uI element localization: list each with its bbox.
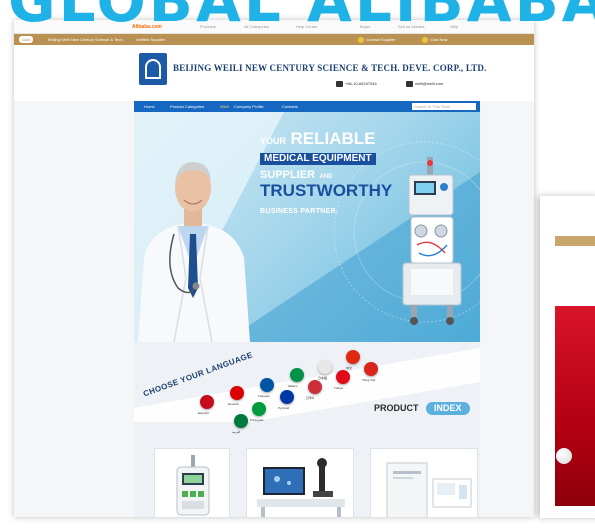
flag-chinese-icon[interactable] (346, 350, 360, 364)
lower-section: CHOOSE YOUR LANGUAGE Español Deutsch Fra… (134, 342, 480, 517)
chat-icon (422, 36, 428, 43)
product-card-3[interactable] (370, 448, 478, 517)
chat-now-label: Chat Now (430, 37, 448, 42)
contact-supplier-label: Contact Supplier (366, 37, 396, 42)
product-index-product: PRODUCT (374, 403, 419, 413)
overlapping-panel-badge (556, 448, 572, 464)
product-image-analyzer (386, 462, 472, 517)
overlay-title: GLOBAL ALIBABA (0, 0, 595, 26)
gold-supplier-badge: Gold (19, 36, 34, 43)
product-image-pump (176, 455, 210, 516)
mail-icon (358, 36, 364, 43)
flag-label-vietnamese: Tiếng Việt (362, 378, 376, 382)
company-email[interactable]: weili@weili.com (406, 81, 443, 87)
store-nav: Home Product Categories Weili Company Pr… (134, 101, 480, 112)
flag-label-french: Français (258, 394, 270, 398)
company-name: BEIJING WEILI NEW CENTURY SCIENCE & TECH… (173, 63, 487, 73)
hero-reliable: RELIABLE (290, 129, 376, 148)
store-page: Alibaba.com Products All Categories Help… (14, 20, 534, 517)
nav-company-profile[interactable]: Company Profile (234, 103, 264, 110)
flag-japanese-icon[interactable] (318, 360, 332, 374)
dialysis-machine-image (402, 157, 462, 325)
flag-german-icon[interactable] (230, 386, 244, 400)
flag-label-arabic: العربية (232, 430, 241, 434)
flag-arabic-icon[interactable] (234, 414, 248, 428)
flag-portuguese-icon[interactable] (252, 402, 266, 416)
product-card-1[interactable] (154, 448, 230, 517)
doctor-image (138, 162, 250, 342)
flag-spanish-icon[interactable] (200, 395, 214, 409)
verified-supplier-label: Verified Supplier (136, 37, 166, 42)
store-bar: Gold Beijing Weili New Century Science &… (14, 34, 534, 45)
flag-label-turkish: Türkçe (334, 386, 344, 390)
contact-supplier-button[interactable]: Contact Supplier (358, 36, 396, 43)
nav-home[interactable]: Home (144, 103, 155, 110)
email-icon (406, 81, 413, 87)
company-header: BEIJING WEILI NEW CENTURY SCIENCE & TECH… (14, 45, 534, 101)
overlapping-panel-header-bar (555, 236, 595, 246)
flag-label-spanish: Español (198, 411, 209, 415)
flag-label-japanese: 日本語 (318, 376, 328, 380)
flag-label-portuguese: Português (250, 418, 264, 422)
flag-russian-icon[interactable] (280, 390, 294, 404)
hero-your: YOUR (260, 136, 287, 146)
nav-contacts[interactable]: Contacts (282, 103, 298, 110)
overlapping-panel-banner (555, 306, 595, 506)
hero-partner: BUSINESS PARTNER. (260, 208, 339, 216)
flag-italian-icon[interactable] (290, 368, 304, 382)
store-company-name[interactable]: Beijing Weili New Century Science & Tech… (48, 36, 124, 43)
flag-vietnamese-icon[interactable] (364, 362, 378, 376)
hero-supplier: SUPPLIER (260, 168, 316, 181)
product-card-2[interactable] (246, 448, 354, 517)
hero-medical-equipment: MEDICAL EQUIPMENT (260, 152, 376, 166)
flag-label-russian: Русский (278, 406, 290, 410)
hero-trustworthy: TRUSTWORTHY (260, 181, 393, 201)
nav-product-categories[interactable]: Product Categories (170, 103, 204, 110)
company-logo[interactable] (139, 53, 167, 85)
flag-label-german: Deutsch (228, 402, 240, 406)
flag-turkish-icon[interactable] (336, 370, 350, 384)
hero-and: AND (319, 173, 333, 180)
company-phone: +86-10-68167546 (336, 81, 377, 87)
flag-label-korean: 한국어 (306, 396, 315, 400)
flag-french-icon[interactable] (260, 378, 274, 392)
overlapping-store-panel[interactable] (540, 196, 595, 518)
flag-label-chinese: 中文 (346, 366, 353, 370)
nav-weili[interactable]: Weili (220, 103, 229, 110)
product-index-pill: INDEX (426, 402, 470, 415)
flag-label-italian: Italiano (288, 384, 298, 388)
store-search-input[interactable]: Search In This Store (412, 103, 476, 110)
phone-icon (336, 81, 343, 87)
hero-banner[interactable]: YOUR RELIABLE MEDICAL EQUIPMENT SUPPLIER… (134, 112, 480, 342)
product-image-microscope (257, 458, 345, 517)
flag-korean-icon[interactable] (308, 380, 322, 394)
chat-now-button[interactable]: Chat Now (422, 36, 448, 43)
